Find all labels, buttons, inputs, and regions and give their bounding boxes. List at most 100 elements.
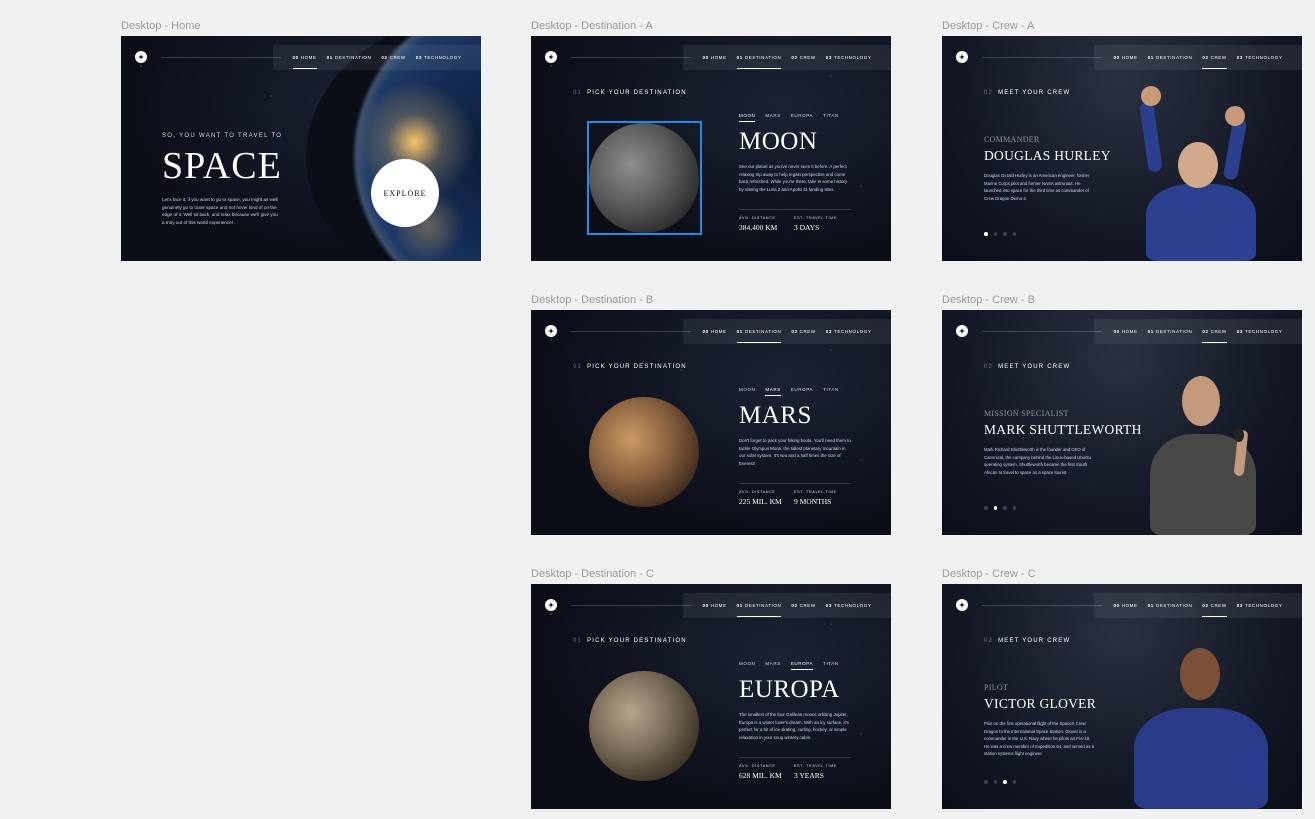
crew-name: MARK SHUTTLEWORTH — [984, 422, 1142, 437]
nav-home[interactable]: 00 HOME — [703, 329, 727, 334]
logo-star-icon[interactable] — [956, 51, 968, 63]
pagination-dot[interactable] — [984, 506, 988, 510]
nav-home[interactable]: 00 HOME — [703, 603, 727, 608]
page-eyebrow: 01 PICK YOUR DESTINATION — [573, 364, 687, 370]
logo-star-icon[interactable] — [956, 599, 968, 611]
tab-mars[interactable]: MARS — [765, 113, 780, 118]
frame-crew-b[interactable]: 00 HOME 01 DESTINATION 02 CREW 03 TECHNOLOGY… — [942, 310, 1302, 535]
nav-crew[interactable]: 02 CREW — [791, 329, 815, 334]
crew-name: DOUGLAS HURLEY — [984, 148, 1111, 163]
pagination-dot[interactable] — [1003, 780, 1007, 784]
frame-label-crew-b: Desktop - Crew - B — [942, 294, 1035, 306]
stat-distance: AVG. DISTANCE 384,400 KM — [739, 216, 778, 232]
nav-technology[interactable]: 03 TECHNOLOGY — [1237, 329, 1283, 334]
crew-role: COMMANDER — [984, 135, 1040, 144]
header-line — [982, 605, 1102, 606]
nav-technology[interactable]: 03 TECHNOLOGY — [1237, 55, 1283, 60]
frame-label-dest-a: Desktop - Destination - A — [531, 20, 653, 32]
pagination-dot[interactable] — [993, 780, 997, 784]
nav-destination[interactable]: 01 DESTINATION — [736, 55, 782, 69]
nav-destination[interactable]: 01 DESTINATION — [736, 603, 782, 617]
logo-star-icon[interactable] — [545, 325, 557, 337]
page-eyebrow: 02 MEET YOUR CREW — [984, 364, 1071, 370]
nav-home[interactable]: 00 HOME — [1114, 55, 1138, 60]
nav-home[interactable]: 00 HOME — [703, 55, 727, 60]
pagination-dot[interactable] — [984, 780, 988, 784]
nav-bar: 00 HOME 01 DESTINATION 02 CREW 03 TECHNOLOGY — [683, 593, 891, 618]
nav-home[interactable]: 00 HOME — [1114, 329, 1138, 334]
logo-star-icon[interactable] — [545, 599, 557, 611]
nav-bar: 00 HOME 01 DESTINATION 02 CREW 03 TECHNOLOGY — [683, 319, 891, 344]
nav-crew[interactable]: 02 CREW — [1202, 603, 1228, 617]
nav-crew[interactable]: 02 CREW — [1202, 55, 1228, 69]
destination-tabs: MOON MARS EUROPA TITAN — [739, 661, 839, 670]
frame-crew-c[interactable]: 00 HOME 01 DESTINATION 02 CREW 03 TECHNOLOGY… — [942, 584, 1302, 809]
tab-europa[interactable]: EUROPA — [791, 387, 813, 392]
nav-destination[interactable]: 01 DESTINATION — [736, 329, 782, 343]
tab-moon[interactable]: MOON — [739, 661, 755, 666]
destination-name: MOON — [739, 128, 818, 155]
nav-crew[interactable]: 02 CREW — [1202, 329, 1228, 343]
pagination-dot[interactable] — [993, 506, 997, 510]
home-subtitle: SO, YOU WANT TO TRAVEL TO — [162, 133, 283, 139]
tab-europa[interactable]: EUROPA — [791, 113, 813, 118]
crew-pagination — [984, 780, 1016, 784]
frame-destination-a[interactable]: 00 HOME 01 DESTINATION 02 CREW 03 TECHNOLOGY… — [531, 36, 891, 261]
destination-name: EUROPA — [739, 676, 840, 703]
tab-titan[interactable]: TITAN — [823, 661, 839, 666]
nav-bar: 00 HOME 01 DESTINATION 02 CREW 03 TECHNOLOGY — [1094, 45, 1302, 70]
pagination-dot[interactable] — [1003, 506, 1007, 510]
stat-travel-time: EST. TRAVEL TIME 3 DAYS — [794, 216, 838, 232]
nav-bar: 00 HOME 01 DESTINATION 02 CREW 03 TECHNOLOGY — [1094, 593, 1302, 618]
nav-crew[interactable]: 02 CREW — [791, 55, 815, 60]
frame-destination-c[interactable]: 00 HOME 01 DESTINATION 02 CREW 03 TECHNOLOGY… — [531, 584, 891, 809]
nav-home[interactable]: 00 HOME — [1114, 603, 1138, 608]
nav-destination[interactable]: 01 DESTINATION — [1148, 603, 1193, 608]
divider — [739, 483, 851, 484]
nav-home[interactable]: 00 HOME — [292, 55, 317, 69]
divider — [739, 757, 851, 758]
crew-portrait-victor — [1130, 646, 1270, 809]
header-line — [571, 331, 691, 332]
page-eyebrow: 01 PICK YOUR DESTINATION — [573, 90, 687, 96]
crew-portrait-douglas — [1132, 84, 1272, 261]
tab-titan[interactable]: TITAN — [823, 113, 839, 118]
frame-crew-a[interactable]: 00 HOME 01 DESTINATION 02 CREW 03 TECHNOLOGY… — [942, 36, 1302, 261]
nav-crew[interactable]: 02 CREW — [381, 55, 405, 60]
pagination-dot[interactable] — [993, 232, 997, 236]
nav-technology[interactable]: 03 TECHNOLOGY — [416, 55, 462, 60]
pagination-dot[interactable] — [984, 232, 988, 236]
logo-star-icon[interactable] — [545, 51, 557, 63]
logo-star-icon[interactable] — [956, 325, 968, 337]
crew-portrait-mark — [1142, 372, 1272, 535]
nav-technology[interactable]: 03 TECHNOLOGY — [826, 55, 872, 60]
tab-europa[interactable]: EUROPA — [790, 661, 814, 670]
nav-destination[interactable]: 01 DESTINATION — [1148, 329, 1193, 334]
nav-bar: 00 HOME 01 DESTINATION 02 CREW 03 TECHNOLOGY — [683, 45, 891, 70]
frame-label-crew-a: Desktop - Crew - A — [942, 20, 1035, 32]
tab-mars[interactable]: MARS — [765, 387, 782, 396]
frame-destination-b[interactable]: 00 HOME 01 DESTINATION 02 CREW 03 TECHNOLOGY… — [531, 310, 891, 535]
tab-moon[interactable]: MOON — [739, 113, 756, 122]
stat-travel-time: EST. TRAVEL TIME 9 MONTHS — [794, 490, 838, 506]
nav-crew[interactable]: 02 CREW — [791, 603, 815, 608]
logo-star-icon[interactable] — [135, 51, 147, 63]
tab-moon[interactable]: MOON — [739, 387, 755, 392]
pagination-dot[interactable] — [1003, 232, 1007, 236]
selection-box[interactable] — [587, 121, 702, 235]
nav-technology[interactable]: 03 TECHNOLOGY — [826, 329, 872, 334]
pagination-dot[interactable] — [1012, 780, 1016, 784]
nav-destination[interactable]: 01 DESTINATION — [1148, 55, 1193, 60]
tab-titan[interactable]: TITAN — [823, 387, 839, 392]
nav-technology[interactable]: 03 TECHNOLOGY — [1237, 603, 1283, 608]
page-eyebrow: 01 PICK YOUR DESTINATION — [573, 638, 687, 644]
page-eyebrow: 02 MEET YOUR CREW — [984, 90, 1071, 96]
nav-technology[interactable]: 03 TECHNOLOGY — [826, 603, 872, 608]
frame-label-dest-c: Desktop - Destination - C — [531, 568, 654, 580]
frame-home[interactable]: 00 HOME 01 DESTINATION 02 CREW 03 TECHNOLOGY… — [121, 36, 481, 261]
nav-destination[interactable]: 01 DESTINATION — [327, 55, 372, 60]
tab-mars[interactable]: MARS — [765, 661, 780, 666]
pagination-dot[interactable] — [1012, 232, 1016, 236]
pagination-dot[interactable] — [1012, 506, 1016, 510]
explore-button[interactable]: EXPLORE — [371, 159, 439, 227]
